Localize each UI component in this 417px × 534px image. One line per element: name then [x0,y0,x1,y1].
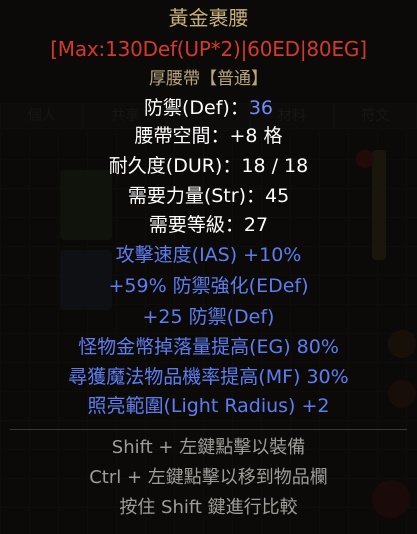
magic-prop-ias: 攻擊速度(IAS) +10% [115,244,302,266]
stat-defense: 防禦(Def)：36 [0,94,417,122]
stat-durability-value: 18 / 18 [241,155,309,177]
item-affix-tag: [Max:130Def(UP*2)|60ED|80EG] [50,37,367,61]
magic-prop-light-radius: 照亮範圍(Light Radius) +2 [87,395,330,417]
magic-prop-def: +25 防禦(Def) [142,306,275,328]
magic-prop-edef: +59% 防禦強化(EDef) [108,275,309,297]
tooltip-divider [10,429,407,430]
stat-req-strength: 需要力量(Str)：45 [0,182,417,210]
stat-belt-slots-value: +8 格 [229,125,283,147]
magic-prop-mf: 尋獲魔法物品機率提高(MF) 30% [68,366,349,388]
hint-compare: 按住 Shift 鍵進行比較 [119,497,298,518]
stat-req-level-value: 27 [243,214,269,236]
magic-prop-gold: 怪物金幣掉落量提高(EG) 80% [78,336,339,358]
stat-defense-label: 防禦(Def)： [143,97,249,119]
stat-req-level-label: 需要等級： [148,214,244,236]
item-name: 黃金裹腰 [168,6,249,30]
hint-equip: Shift + 左鍵點擊以裝備 [111,437,306,458]
stat-belt-slots-label: 腰帶空間： [134,125,230,147]
stat-durability: 耐久度(DUR)：18 / 18 [0,152,417,180]
stat-belt-slots: 腰帶空間：+8 格 [0,122,417,150]
stat-req-strength-label: 需要力量(Str)： [127,185,265,207]
item-tooltip: 黃金裹腰 [Max:130Def(UP*2)|60ED|80EG] 厚腰帶【普通… [0,0,417,534]
stat-req-strength-value: 45 [264,185,290,207]
hint-move-to-inventory: Ctrl + 左鍵點擊以移到物品欄 [89,467,328,488]
stat-req-level: 需要等級：27 [0,211,417,239]
stat-durability-label: 耐久度(DUR)： [108,155,242,177]
item-base-type: 厚腰帶【普通】 [149,69,268,89]
stat-defense-value: 36 [248,97,274,119]
